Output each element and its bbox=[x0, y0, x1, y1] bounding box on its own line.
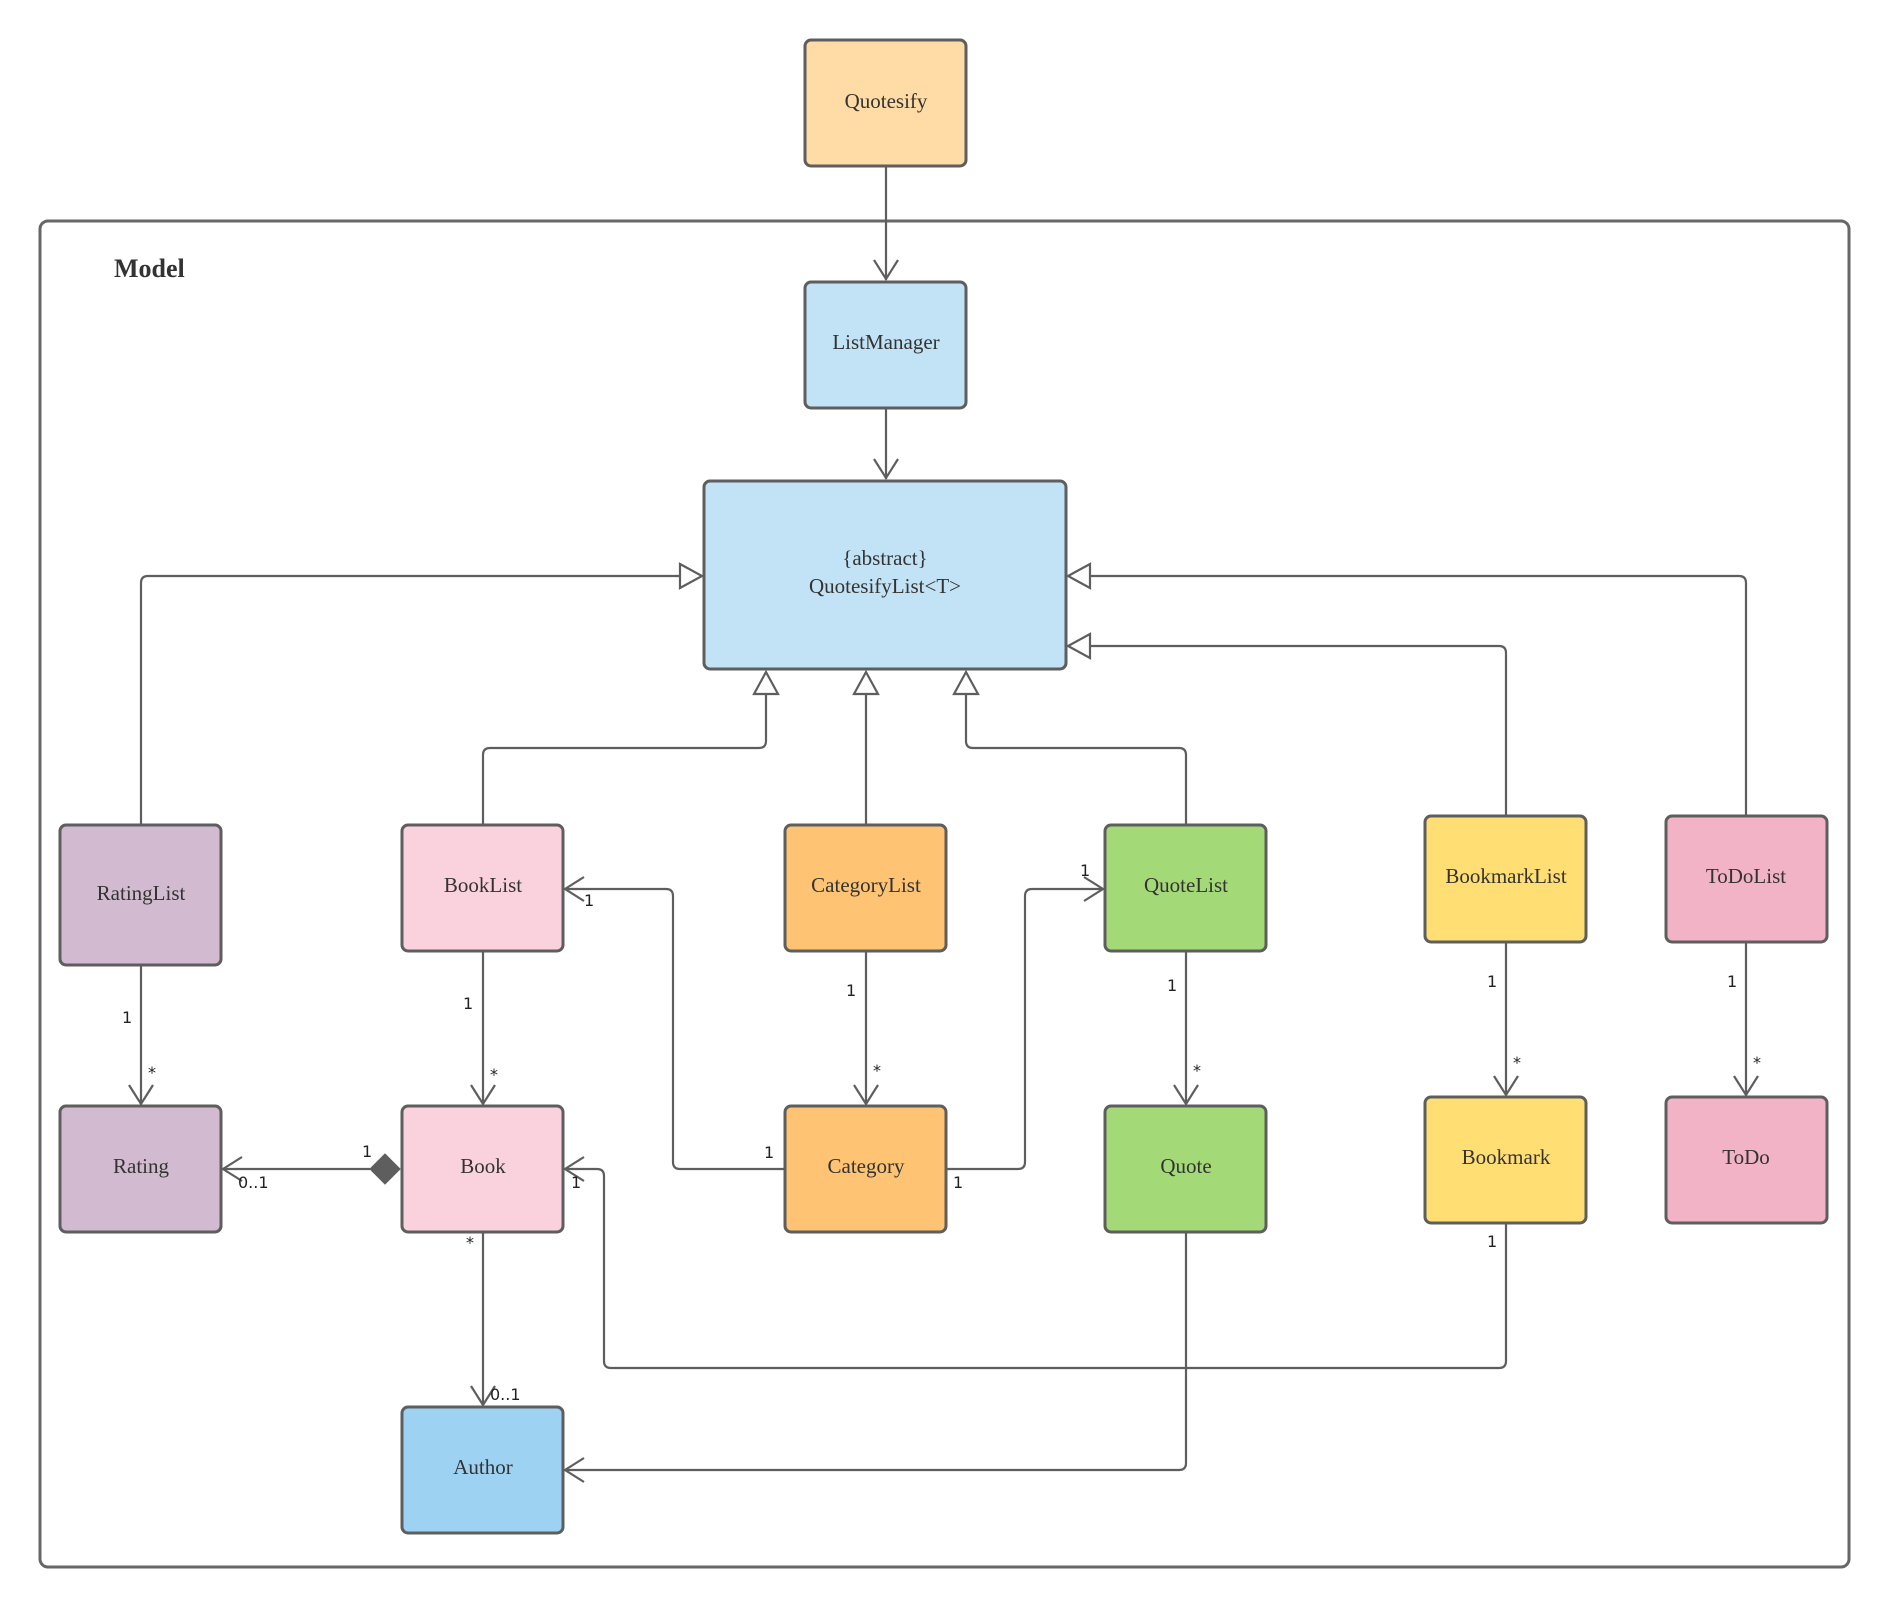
mult-category-booklist-dst: 1 bbox=[584, 891, 594, 910]
mult-categorylist-category-src: 1 bbox=[846, 981, 856, 1000]
mult-booklist-book-src: 1 bbox=[463, 994, 473, 1013]
mult-book-author-src: * bbox=[466, 1233, 474, 1252]
edge-booklist-inherits bbox=[481, 694, 768, 825]
inheritance-triangle-icon bbox=[678, 562, 705, 590]
class-bookmark[interactable]: Bookmark bbox=[1423, 1095, 1588, 1225]
class-todolist[interactable]: ToDoList bbox=[1664, 814, 1829, 944]
class-label: Quote bbox=[1160, 1154, 1211, 1178]
uml-diagram: Model Quotesify ListManager {abstract} Q… bbox=[38, 38, 1851, 1569]
class-label: Rating bbox=[113, 1154, 169, 1178]
inheritance-triangle-icon bbox=[1065, 632, 1092, 660]
edge-bookmark-book bbox=[565, 1167, 1508, 1370]
class-label: BookList bbox=[444, 873, 522, 897]
mult-quotelist-quote-src: 1 bbox=[1167, 976, 1177, 995]
class-quotesifylist[interactable]: {abstract} QuotesifyList<T> bbox=[702, 479, 1068, 671]
class-rating[interactable]: Rating bbox=[58, 1104, 223, 1234]
edge-category-booklist bbox=[565, 887, 784, 1171]
mult-todolist-todo-dst: * bbox=[1753, 1053, 1761, 1072]
mult-bookmarklist-bookmark-dst: * bbox=[1513, 1053, 1521, 1072]
class-categorylist[interactable]: CategoryList bbox=[783, 823, 948, 953]
class-ratinglist[interactable]: RatingList bbox=[58, 823, 223, 967]
class-label: QuotesifyList<T> bbox=[809, 574, 961, 598]
class-quotelist[interactable]: QuoteList bbox=[1103, 823, 1268, 953]
model-frame-label: Model bbox=[114, 254, 185, 283]
inheritance-triangle-icon bbox=[852, 669, 880, 696]
mult-category-quotelist-dst: 1 bbox=[1080, 861, 1090, 880]
class-label: Category bbox=[828, 1154, 905, 1178]
mult-categorylist-category-dst: * bbox=[873, 1061, 881, 1080]
mult-ratinglist-rating-dst: * bbox=[148, 1063, 156, 1082]
mult-bookmarklist-bookmark-src: 1 bbox=[1487, 972, 1497, 991]
edge-bookmarklist-inherits bbox=[1090, 644, 1508, 816]
mult-bookmark-book-dst: 1 bbox=[571, 1173, 581, 1192]
mult-bookmark-book-src: 1 bbox=[1487, 1232, 1497, 1251]
class-label: ToDo bbox=[1722, 1145, 1770, 1169]
mult-book-author-dst: 0..1 bbox=[490, 1385, 521, 1404]
class-label: Bookmark bbox=[1462, 1145, 1551, 1169]
class-label: Book bbox=[460, 1154, 506, 1178]
edge-category-quotelist bbox=[947, 887, 1103, 1171]
class-quotesify[interactable]: Quotesify bbox=[803, 38, 968, 168]
class-label: QuoteList bbox=[1144, 873, 1228, 897]
class-quote[interactable]: Quote bbox=[1103, 1104, 1268, 1234]
mult-booklist-book-dst: * bbox=[490, 1065, 498, 1084]
edge-quote-author bbox=[565, 1233, 1188, 1472]
class-listmanager[interactable]: ListManager bbox=[803, 280, 968, 410]
mult-quotelist-quote-dst: * bbox=[1193, 1061, 1201, 1080]
mult-book-rating-src: 1 bbox=[362, 1142, 372, 1161]
mult-ratinglist-rating-src: 1 bbox=[122, 1008, 132, 1027]
edge-todolist-inherits bbox=[1090, 574, 1748, 816]
inheritance-triangle-icon bbox=[1065, 562, 1092, 590]
class-bookmarklist[interactable]: BookmarkList bbox=[1423, 814, 1588, 944]
mult-category-booklist-src: 1 bbox=[764, 1143, 774, 1162]
class-category[interactable]: Category bbox=[783, 1104, 948, 1234]
class-label: Author bbox=[453, 1455, 513, 1479]
class-label: Quotesify bbox=[845, 89, 928, 113]
class-author[interactable]: Author bbox=[400, 1405, 565, 1535]
class-label: ListManager bbox=[832, 330, 939, 354]
class-label: BookmarkList bbox=[1445, 864, 1566, 888]
inheritance-triangle-icon bbox=[952, 669, 980, 696]
mult-book-rating-dst: 0..1 bbox=[238, 1173, 269, 1192]
class-stereotype: {abstract} bbox=[842, 546, 927, 570]
mult-category-quotelist-src: 1 bbox=[953, 1173, 963, 1192]
composition-diamond-icon bbox=[369, 1153, 401, 1185]
edge-quotelist-inherits bbox=[964, 694, 1188, 825]
class-label: ToDoList bbox=[1706, 864, 1786, 888]
mult-todolist-todo-src: 1 bbox=[1727, 972, 1737, 991]
class-label: RatingList bbox=[97, 881, 186, 905]
inheritance-triangle-icon bbox=[752, 669, 780, 696]
class-label: CategoryList bbox=[811, 873, 921, 897]
class-booklist[interactable]: BookList bbox=[400, 823, 565, 953]
class-book[interactable]: Book bbox=[400, 1104, 565, 1234]
class-todo[interactable]: ToDo bbox=[1664, 1095, 1829, 1225]
edge-ratinglist-inherits bbox=[139, 574, 680, 825]
